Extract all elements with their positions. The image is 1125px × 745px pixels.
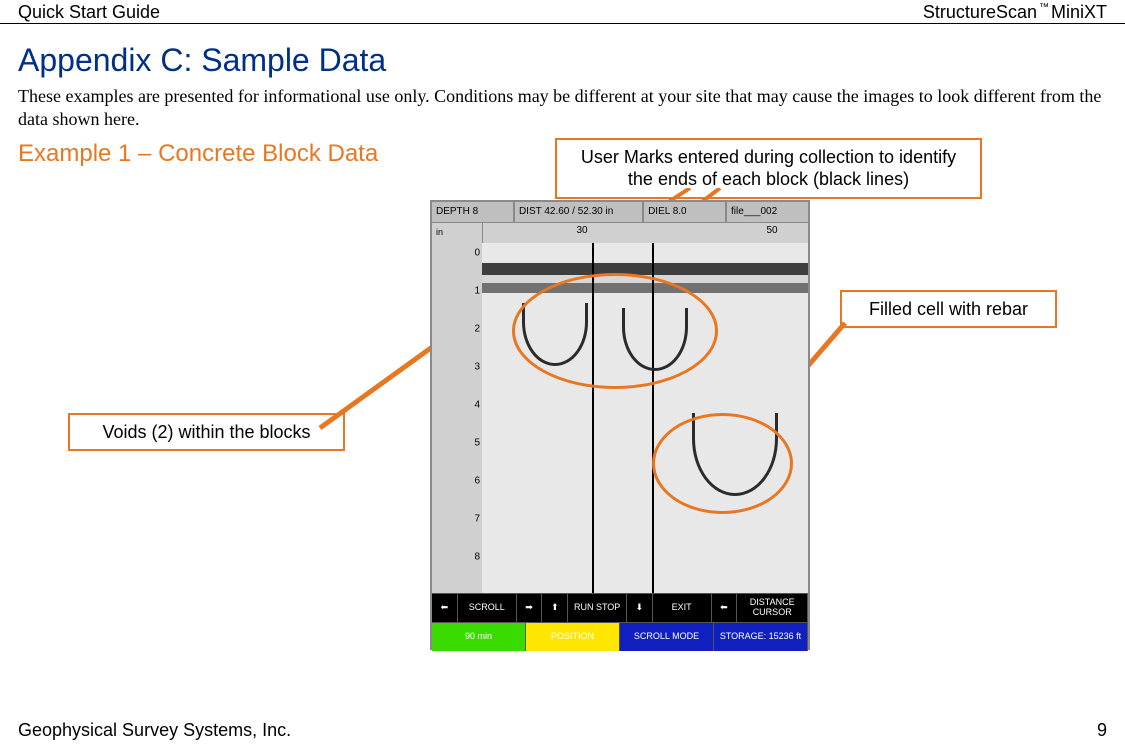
down-arrow-icon: ⬇ — [627, 594, 653, 622]
run-stop-label: RUN STOP — [568, 594, 627, 622]
callout-filled-cell: Filled cell with rebar — [840, 290, 1057, 329]
voids-highlight-ellipse — [512, 273, 718, 389]
product-model: MiniXT — [1051, 2, 1107, 23]
header-right: StructureScan ™ MiniXT — [923, 2, 1107, 23]
scroll-mode-button: SCROLL MODE — [620, 623, 714, 651]
v-tick: 8 — [474, 551, 480, 562]
storage-status: STORAGE: 15236 ft — [714, 623, 808, 651]
v-tick: 5 — [474, 437, 480, 448]
horizontal-axis: 30 50 — [482, 223, 808, 244]
intro-paragraph: These examples are presented for informa… — [18, 85, 1107, 132]
h-tick: 50 — [766, 225, 777, 236]
device-screenshot: DEPTH 8 DIST 42.60 / 52.30 in DIEL 8.0 f… — [430, 200, 810, 650]
device-controls: ⬅ SCROLL ➡ ⬆ RUN STOP ⬇ EXIT ⬅ DISTANCE … — [432, 593, 808, 651]
page-footer: Geophysical Survey Systems, Inc. 9 — [0, 720, 1125, 741]
appendix-title: Appendix C: Sample Data — [18, 42, 1107, 79]
reflection-band — [482, 263, 808, 275]
callout-voids: Voids (2) within the blocks — [68, 413, 345, 452]
trademark-symbol: ™ — [1039, 2, 1049, 13]
v-tick: 3 — [474, 361, 480, 372]
v-tick: 0 — [474, 247, 480, 258]
scroll-right-arrow-icon: ➡ — [517, 594, 543, 622]
h-tick: 30 — [576, 225, 587, 236]
controls-row-top: ⬅ SCROLL ➡ ⬆ RUN STOP ⬇ EXIT ⬅ DISTANCE … — [432, 593, 808, 622]
status-depth: DEPTH 8 — [432, 202, 515, 222]
dist-left-arrow-icon: ⬅ — [712, 594, 738, 622]
exit-label: EXIT — [653, 594, 712, 622]
v-tick: 4 — [474, 399, 480, 410]
footer-company: Geophysical Survey Systems, Inc. — [18, 720, 291, 741]
controls-row-bottom: 90 min POSITION SCROLL MODE STORAGE: 152… — [432, 622, 808, 651]
up-arrow-icon: ⬆ — [542, 594, 568, 622]
scan-area: in 0 1 2 3 4 5 6 7 8 30 50 — [432, 223, 808, 593]
callout-user-marks: User Marks entered during collection to … — [555, 138, 982, 199]
position-button: POSITION — [526, 623, 620, 651]
header-left: Quick Start Guide — [18, 2, 160, 23]
status-dist: DIST 42.60 / 52.30 in — [515, 202, 644, 222]
vertical-axis: in 0 1 2 3 4 5 6 7 8 — [432, 223, 483, 593]
v-tick: 6 — [474, 475, 480, 486]
v-tick: 2 — [474, 323, 480, 334]
battery-status: 90 min — [432, 623, 526, 651]
scroll-label: SCROLL — [458, 594, 517, 622]
rebar-highlight-ellipse — [652, 413, 793, 514]
device-statusbar: DEPTH 8 DIST 42.60 / 52.30 in DIEL 8.0 f… — [432, 202, 808, 223]
figure-area: User Marks entered during collection to … — [0, 138, 1125, 678]
distance-cursor-label: DISTANCE CURSOR — [737, 594, 808, 622]
scroll-left-arrow-icon: ⬅ — [432, 594, 458, 622]
v-unit-label: in — [436, 227, 443, 237]
footer-page-number: 9 — [1097, 720, 1107, 741]
page-header: Quick Start Guide StructureScan ™ MiniXT — [0, 0, 1125, 24]
v-tick: 7 — [474, 513, 480, 524]
product-name: StructureScan — [923, 2, 1037, 23]
status-file: file___002 — [727, 202, 808, 222]
status-diel: DIEL 8.0 — [644, 202, 727, 222]
v-tick: 1 — [474, 285, 480, 296]
